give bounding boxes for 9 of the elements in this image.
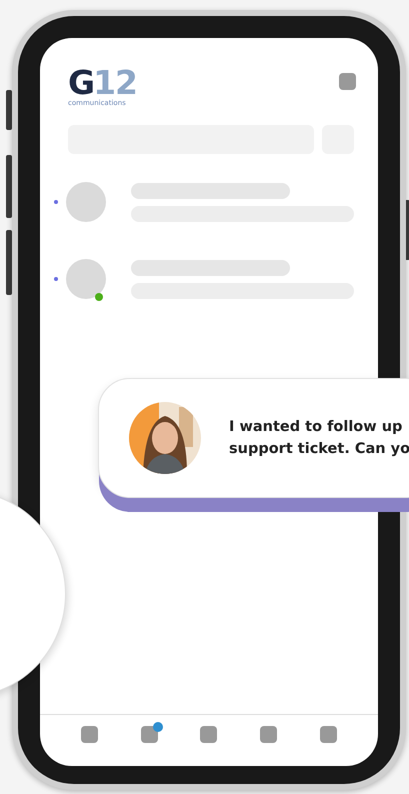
tab-icon[interactable] xyxy=(81,726,98,743)
tab-icon[interactable] xyxy=(320,726,337,743)
logo-text: 12 xyxy=(93,66,138,99)
tab-icon[interactable] xyxy=(200,726,218,743)
logo-text: G xyxy=(68,66,94,99)
menu-icon[interactable] xyxy=(339,73,356,90)
tab-icon[interactable] xyxy=(140,726,158,743)
tab-icon[interactable] xyxy=(260,726,278,743)
avatar-placeholder[interactable] xyxy=(66,259,106,299)
